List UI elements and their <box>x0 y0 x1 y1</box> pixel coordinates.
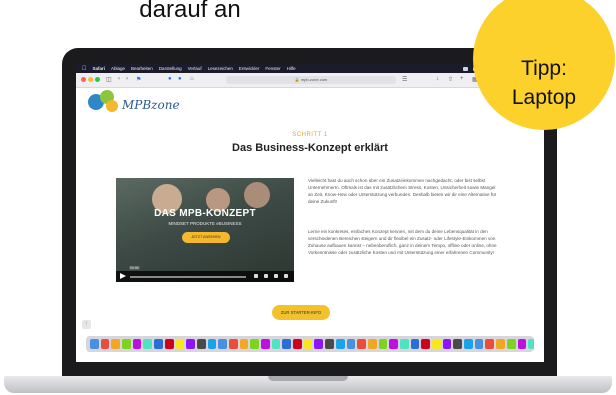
play-icon[interactable] <box>120 273 126 279</box>
drive-icon[interactable] <box>399 339 409 349</box>
status-icon[interactable] <box>463 66 468 71</box>
podcasts-icon[interactable] <box>218 339 227 349</box>
scroll-to-top-icon[interactable]: ↑ <box>82 320 91 329</box>
reminders-icon[interactable] <box>164 339 174 349</box>
sidebar-icon[interactable]: ◫ <box>106 76 112 83</box>
video-player[interactable]: DAS MPB-KONZEPT MINDSET PRODUKTE eBUSINE… <box>116 178 294 282</box>
macos-dock <box>86 336 534 352</box>
concept-paragraph: Lerne ein konkretes, einfaches Konzept k… <box>308 229 497 256</box>
watch-now-button[interactable]: JETZT ANSEHEN <box>182 232 230 243</box>
address-bar[interactable]: 🔒 mpb-zone.com <box>226 76 396 84</box>
shield-icon[interactable]: ⚑ <box>136 76 141 83</box>
intro-paragraph: Vielleicht hast du auch schon über ein Z… <box>308 178 497 205</box>
spotify-icon[interactable] <box>346 339 356 349</box>
news-icon[interactable] <box>474 339 484 349</box>
video-controls: 00:00 <box>116 266 294 282</box>
tip-badge-line1: Tipp: <box>521 57 567 80</box>
menu-item[interactable]: Fenster <box>265 66 280 71</box>
preview-icon[interactable] <box>410 339 420 349</box>
launchpad-icon[interactable] <box>100 339 110 349</box>
url-text: mpb-zone.com <box>300 77 328 82</box>
acrobat-icon[interactable] <box>293 339 302 349</box>
forward-icon[interactable]: › <box>126 76 128 82</box>
step-label: SCHRITT 1 <box>292 132 328 138</box>
video-subtitle: MINDSET PRODUKTE eBUSINESS <box>168 221 242 226</box>
video-progress-bar[interactable] <box>130 276 246 278</box>
fullscreen-icon[interactable] <box>284 274 288 278</box>
logo-text: MPBzone <box>122 98 180 112</box>
video-time: 00:00 <box>129 266 140 270</box>
dropbox-icon[interactable] <box>389 339 398 349</box>
trash-icon[interactable] <box>528 339 534 349</box>
skype-icon[interactable] <box>335 339 345 349</box>
reader-icon[interactable]: ☰ <box>402 76 407 83</box>
word-icon[interactable] <box>261 339 270 349</box>
calculator-icon[interactable] <box>442 339 452 349</box>
new-tab-icon[interactable]: + <box>460 76 464 82</box>
zoom-icon[interactable] <box>325 339 334 349</box>
textedit-icon[interactable] <box>421 339 430 349</box>
photos-icon[interactable] <box>175 339 185 349</box>
calendar-icon[interactable] <box>143 339 153 349</box>
stocks-icon[interactable] <box>485 339 495 349</box>
slack-icon[interactable] <box>378 339 388 349</box>
volume-icon[interactable] <box>254 274 258 278</box>
home-icon[interactable] <box>496 339 505 349</box>
chrome-icon[interactable] <box>122 339 131 349</box>
lock-icon: 🔒 <box>294 77 300 82</box>
slide-caption: darauf an <box>139 0 241 23</box>
pip-icon[interactable] <box>274 274 278 278</box>
facetime-icon[interactable] <box>196 339 206 349</box>
appstore-icon[interactable] <box>239 339 249 349</box>
page-title: Das Business-Konzept erklärt <box>232 142 388 154</box>
starter-info-button[interactable]: ZUR STARTER-INFO <box>272 305 330 320</box>
books-icon[interactable] <box>464 339 473 349</box>
video-title: DAS MPB-KONZEPT <box>154 208 256 219</box>
settings-icon[interactable] <box>264 274 268 278</box>
share-icon[interactable]: ⇧ <box>448 76 453 83</box>
video-thumbnail-person <box>244 182 270 208</box>
menu-item[interactable]: Ablage <box>111 66 125 71</box>
maps-icon[interactable] <box>453 339 463 349</box>
zoom-window-icon[interactable] <box>95 77 100 82</box>
extension-icon[interactable]: ● <box>168 76 172 82</box>
telegram-icon[interactable] <box>367 339 377 349</box>
menu-item[interactable]: Darstellung <box>159 66 182 71</box>
whatsapp-icon[interactable] <box>357 339 366 349</box>
messages-icon[interactable] <box>186 339 195 349</box>
close-window-icon[interactable] <box>81 77 86 82</box>
menu-item[interactable]: Bearbeiten <box>131 66 153 71</box>
downloads-icon[interactable] <box>517 339 527 349</box>
extension-icon[interactable]: ● <box>178 76 182 82</box>
logo-mark <box>106 100 118 112</box>
safari-icon[interactable] <box>111 339 121 349</box>
powerpoint-icon[interactable] <box>282 339 292 349</box>
terminal-icon[interactable] <box>432 339 441 349</box>
mail-icon[interactable] <box>132 339 142 349</box>
menu-item[interactable]: Verlauf <box>188 66 202 71</box>
minimize-window-icon[interactable] <box>88 77 93 82</box>
finder-icon[interactable] <box>90 339 99 349</box>
tv-icon[interactable] <box>228 339 238 349</box>
menu-app-name[interactable]: Safari <box>93 66 106 71</box>
download-icon[interactable]: ↓ <box>436 76 439 82</box>
menu-item[interactable]: Lesezeichen <box>208 66 233 71</box>
tip-badge-line2: Laptop <box>511 86 577 109</box>
menu-item[interactable]: Entwickler <box>239 66 260 71</box>
photoshop-icon[interactable] <box>303 339 313 349</box>
notes-icon[interactable] <box>154 339 163 349</box>
back-icon[interactable]: ‹ <box>118 76 120 82</box>
folder-icon[interactable] <box>506 339 516 349</box>
menu-item[interactable]: Hilfe <box>287 66 296 71</box>
apple-icon[interactable]:  <box>82 66 87 72</box>
lightroom-icon[interactable] <box>314 339 324 349</box>
home-icon[interactable]: ⌂ <box>190 76 194 82</box>
laptop-notch <box>268 376 348 381</box>
excel-icon[interactable] <box>271 339 281 349</box>
music-icon[interactable] <box>207 339 217 349</box>
settings-icon[interactable] <box>250 339 259 349</box>
